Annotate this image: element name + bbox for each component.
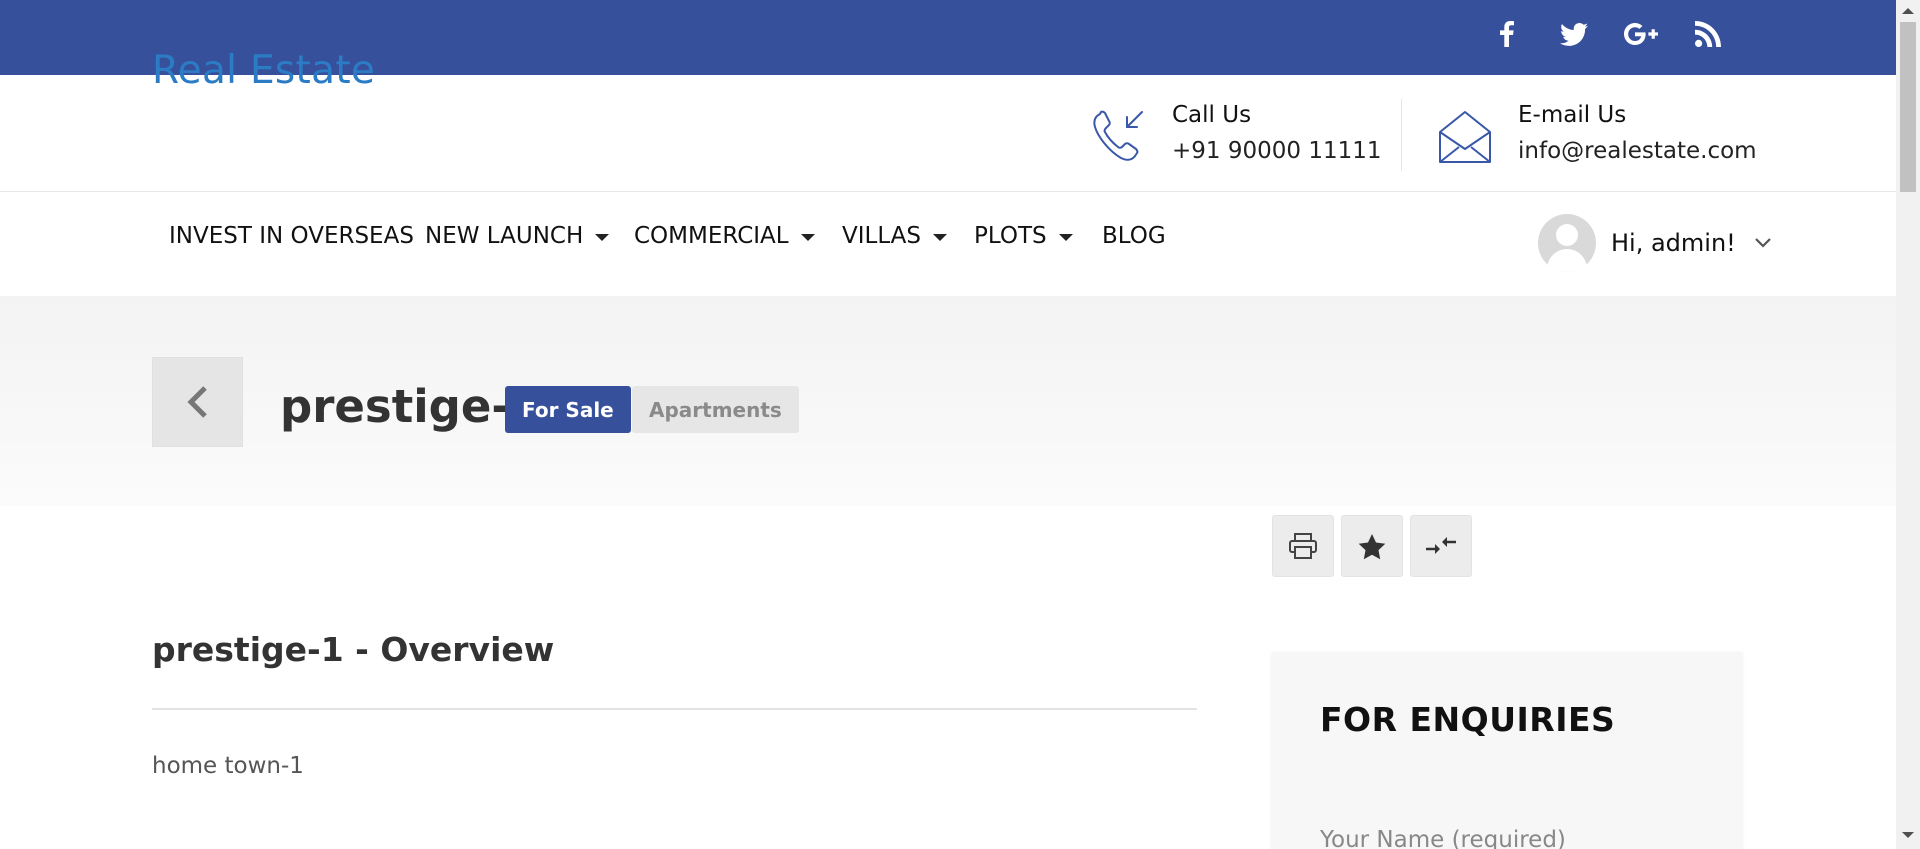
compare-button[interactable]	[1410, 515, 1472, 577]
google-plus-icon[interactable]	[1621, 16, 1661, 52]
overview-heading: prestige-1 - Overview	[152, 630, 555, 669]
print-button[interactable]	[1272, 515, 1334, 577]
chevron-down-icon	[1755, 238, 1771, 248]
call-label: Call Us	[1172, 102, 1252, 128]
nav-item-blog[interactable]: BLOG	[1102, 220, 1166, 252]
header-divider	[1401, 99, 1402, 171]
property-type-badge[interactable]: Apartments	[632, 386, 799, 433]
user-greeting: Hi, admin!	[1611, 229, 1736, 257]
nav-item-label: VILLAS	[842, 223, 922, 249]
nav-item-label: NEW LAUNCH	[425, 223, 584, 249]
phone-icon	[1090, 108, 1146, 168]
nav-item-villas[interactable]: VILLAS	[842, 220, 948, 252]
printer-icon	[1289, 533, 1317, 559]
compare-arrows-icon	[1426, 537, 1456, 554]
enquiry-heading: FOR ENQUIRIES	[1320, 700, 1616, 739]
email-address[interactable]: info@realestate.com	[1518, 138, 1757, 164]
facebook-icon[interactable]	[1487, 16, 1527, 52]
chevron-left-icon	[186, 386, 207, 418]
email-label: E-mail Us	[1518, 102, 1627, 128]
caret-down-icon	[933, 233, 948, 241]
nav-item-label: INVEST IN OVERSEAS	[169, 223, 414, 249]
property-title: prestige-1	[280, 380, 542, 433]
overview-divider	[152, 708, 1197, 710]
twitter-icon[interactable]	[1554, 16, 1594, 52]
caret-down-icon	[800, 233, 815, 241]
back-button[interactable]	[152, 357, 243, 447]
site-logo[interactable]: Real Estate	[152, 48, 375, 93]
caret-down-icon	[595, 233, 610, 241]
user-menu[interactable]: Hi, admin!	[1538, 214, 1772, 272]
nav-item-label: COMMERCIAL	[634, 223, 789, 249]
page-scrollbar[interactable]	[1896, 0, 1920, 849]
nav-item-label: BLOG	[1102, 223, 1166, 249]
name-field[interactable]: Your Name (required)	[1320, 827, 1566, 849]
nav-item-invest-in-overseas[interactable]: INVEST IN OVERSEAS	[169, 220, 414, 252]
status-badge[interactable]: For Sale	[505, 386, 631, 433]
avatar	[1538, 214, 1596, 272]
star-icon	[1358, 533, 1386, 559]
scroll-thumb[interactable]	[1900, 22, 1916, 192]
nav-item-new-launch[interactable]: NEW LAUNCH	[425, 220, 610, 252]
call-phone-number[interactable]: +91 90000 11111	[1172, 138, 1382, 164]
nav-item-label: PLOTS	[974, 223, 1047, 249]
nav-item-plots[interactable]: PLOTS	[974, 220, 1073, 252]
enquiry-panel: FOR ENQUIRIES Your Name (required)	[1272, 652, 1742, 849]
overview-text: home town-1	[152, 753, 304, 779]
rss-icon[interactable]	[1688, 16, 1728, 52]
favorite-button[interactable]	[1341, 515, 1403, 577]
envelope-icon	[1438, 110, 1492, 168]
scroll-down-icon[interactable]	[1902, 832, 1914, 838]
scroll-up-icon[interactable]	[1902, 8, 1914, 14]
caret-down-icon	[1058, 233, 1073, 241]
nav-item-commercial[interactable]: COMMERCIAL	[634, 220, 815, 252]
